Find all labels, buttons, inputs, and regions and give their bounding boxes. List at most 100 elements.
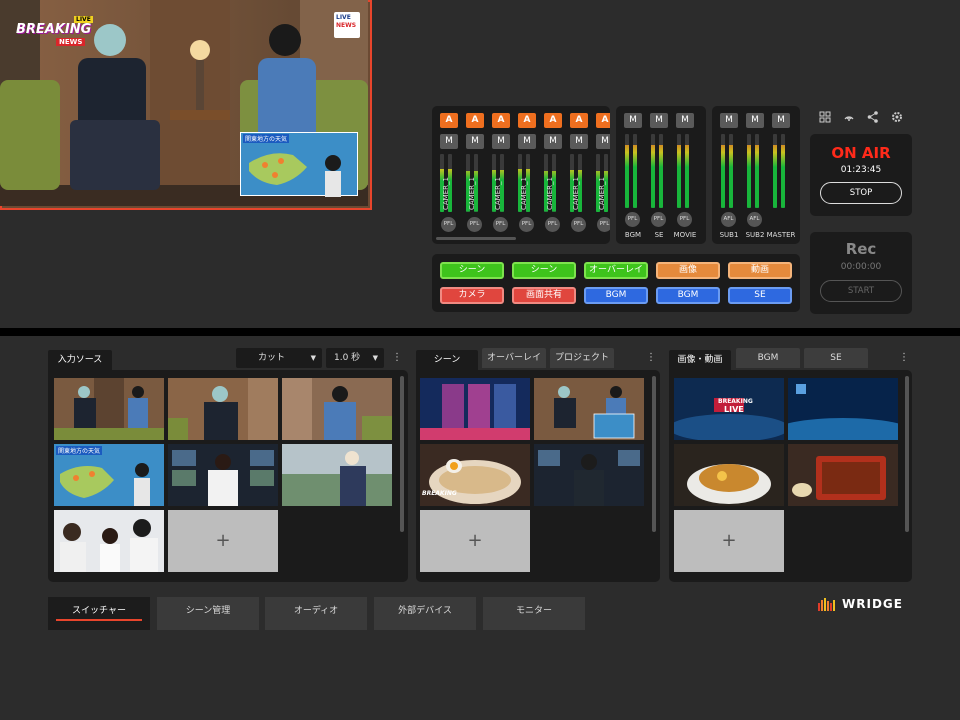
level-meter	[729, 134, 733, 208]
input-thumb-7[interactable]	[54, 510, 164, 572]
input-menu-icon[interactable]: ⋮	[392, 352, 402, 363]
input-scrollbar[interactable]	[400, 376, 404, 532]
scene-source-button[interactable]: BGM	[656, 287, 720, 304]
pfl-button[interactable]: PFL	[651, 212, 666, 227]
add-media-button[interactable]: +	[674, 510, 784, 572]
tab-input-sources[interactable]: 入力ソース	[48, 350, 112, 370]
transition-select[interactable]: カット ▼	[236, 348, 322, 368]
pfl-button[interactable]: PFL	[597, 217, 610, 232]
weather-inset: 関東地方の天気	[240, 132, 358, 197]
bottom-tab-scene-manage[interactable]: シーン管理	[157, 597, 259, 630]
bottom-tab-audio[interactable]: オーディオ	[265, 597, 367, 630]
scene-source-button[interactable]: 動画	[728, 262, 792, 279]
scene-source-button[interactable]: シーン	[440, 262, 504, 279]
pfl-button[interactable]: PFL	[625, 212, 640, 227]
mute-button[interactable]: M	[570, 134, 588, 149]
add-input-button[interactable]: +	[168, 510, 278, 572]
pfl-button[interactable]: PFL	[519, 217, 534, 232]
input-thumb-5[interactable]	[168, 444, 278, 506]
transition-value: カット	[258, 353, 286, 363]
media-thumb-2[interactable]	[788, 378, 898, 440]
scene-thumb-1[interactable]	[420, 378, 530, 440]
breaking-text: BREAKING	[16, 22, 92, 37]
pfl-button[interactable]: AFL	[747, 212, 762, 227]
level-meter	[677, 134, 681, 208]
scene-thumb-4[interactable]	[534, 444, 644, 506]
input-thumb-3[interactable]	[282, 378, 392, 440]
pfl-button[interactable]: PFL	[493, 217, 508, 232]
assign-button[interactable]: A	[492, 113, 510, 128]
scene-source-button[interactable]: SE	[728, 287, 792, 304]
tab-se[interactable]: SE	[804, 348, 868, 368]
bottom-tab-monitor[interactable]: モニター	[483, 597, 585, 630]
assign-button[interactable]: A	[570, 113, 588, 128]
pfl-button[interactable]: PFL	[545, 217, 560, 232]
media-thumb-4[interactable]	[788, 444, 898, 506]
mute-button[interactable]: M	[440, 134, 458, 149]
grid-icon[interactable]	[818, 110, 832, 124]
input-thumb-2[interactable]	[168, 378, 278, 440]
share-icon[interactable]	[866, 110, 880, 124]
pfl-button[interactable]: PFL	[467, 217, 482, 232]
mute-button[interactable]: M	[676, 113, 694, 128]
mute-button[interactable]: M	[544, 134, 562, 149]
scene-thumb-3[interactable]: BREAKING	[420, 444, 530, 506]
scene-source-button[interactable]: 画面共有	[512, 287, 576, 304]
mute-button[interactable]: M	[596, 134, 610, 149]
tab-bgm[interactable]: BGM	[736, 348, 800, 368]
chevron-down-icon: ▼	[372, 354, 378, 362]
tab-project[interactable]: プロジェクト	[550, 348, 614, 368]
mute-button[interactable]: M	[772, 113, 790, 128]
bottom-tab-external[interactable]: 外部デバイス	[374, 597, 476, 630]
mute-button[interactable]: M	[466, 134, 484, 149]
scene-source-button[interactable]: オーバーレイ	[584, 262, 648, 279]
input-thumb-4[interactable]: 関東地方の天気	[54, 444, 164, 506]
bottom-tab-switcher[interactable]: スイッチャー	[48, 597, 150, 630]
mute-button[interactable]: M	[518, 134, 536, 149]
media-menu-icon[interactable]: ⋮	[899, 352, 909, 363]
media-thumb-1[interactable]: BREAKING LIVE	[674, 378, 784, 440]
gear-icon[interactable]	[890, 110, 904, 124]
pfl-button[interactable]: PFL	[571, 217, 586, 232]
mute-button[interactable]: M	[720, 113, 738, 128]
tab-overlay[interactable]: オーバーレイ	[482, 348, 546, 368]
mute-button[interactable]: M	[746, 113, 764, 128]
scene-menu-icon[interactable]: ⋮	[646, 352, 656, 363]
scene-source-button[interactable]: シーン	[512, 262, 576, 279]
assign-button[interactable]: A	[518, 113, 536, 128]
bottom-tab-label: スイッチャー	[72, 606, 126, 616]
program-preview: LIVE BREAKING NEWS LIVE NEWS 関東地方の天気	[0, 0, 372, 210]
media-thumb-3[interactable]	[674, 444, 784, 506]
assign-button[interactable]: A	[440, 113, 458, 128]
start-button[interactable]: START	[820, 280, 902, 302]
scene-source-button[interactable]: BGM	[584, 287, 648, 304]
scene-source-button[interactable]: カメラ	[440, 287, 504, 304]
assign-button[interactable]: A	[596, 113, 610, 128]
tab-scene[interactable]: シーン	[416, 350, 478, 370]
tab-media[interactable]: 画像・動画	[669, 350, 731, 370]
mute-button[interactable]: M	[492, 134, 510, 149]
mute-button[interactable]: M	[650, 113, 668, 128]
assign-button[interactable]: A	[544, 113, 562, 128]
pfl-button[interactable]: PFL	[441, 217, 456, 232]
breaking-news-graphic: LIVE BREAKING NEWS	[16, 16, 102, 50]
scene-scrollbar[interactable]	[652, 376, 656, 532]
stop-button[interactable]: STOP	[820, 182, 902, 204]
level-fill	[747, 145, 751, 208]
input-thumb-6[interactable]	[282, 444, 392, 506]
assign-button[interactable]: A	[466, 113, 484, 128]
corner-badge-top: LIVE	[336, 14, 351, 21]
broadcast-icon[interactable]	[842, 110, 856, 124]
input-thumb-1[interactable]	[54, 378, 164, 440]
output-mixer-panel: M AFL SUB1 M AFL SUB2 M MASTER	[712, 106, 800, 244]
mixer-scrollbar[interactable]	[436, 237, 516, 240]
scene-source-button[interactable]: 画像	[656, 262, 720, 279]
brand-logo: WRIDGE	[818, 596, 914, 614]
scene-thumb-2[interactable]	[534, 378, 644, 440]
duration-select[interactable]: 1.0 秒 ▼	[326, 348, 384, 368]
add-scene-button[interactable]: +	[420, 510, 530, 572]
mute-button[interactable]: M	[624, 113, 642, 128]
pfl-button[interactable]: PFL	[677, 212, 692, 227]
pfl-button[interactable]: AFL	[721, 212, 736, 227]
media-scrollbar[interactable]	[905, 376, 909, 532]
